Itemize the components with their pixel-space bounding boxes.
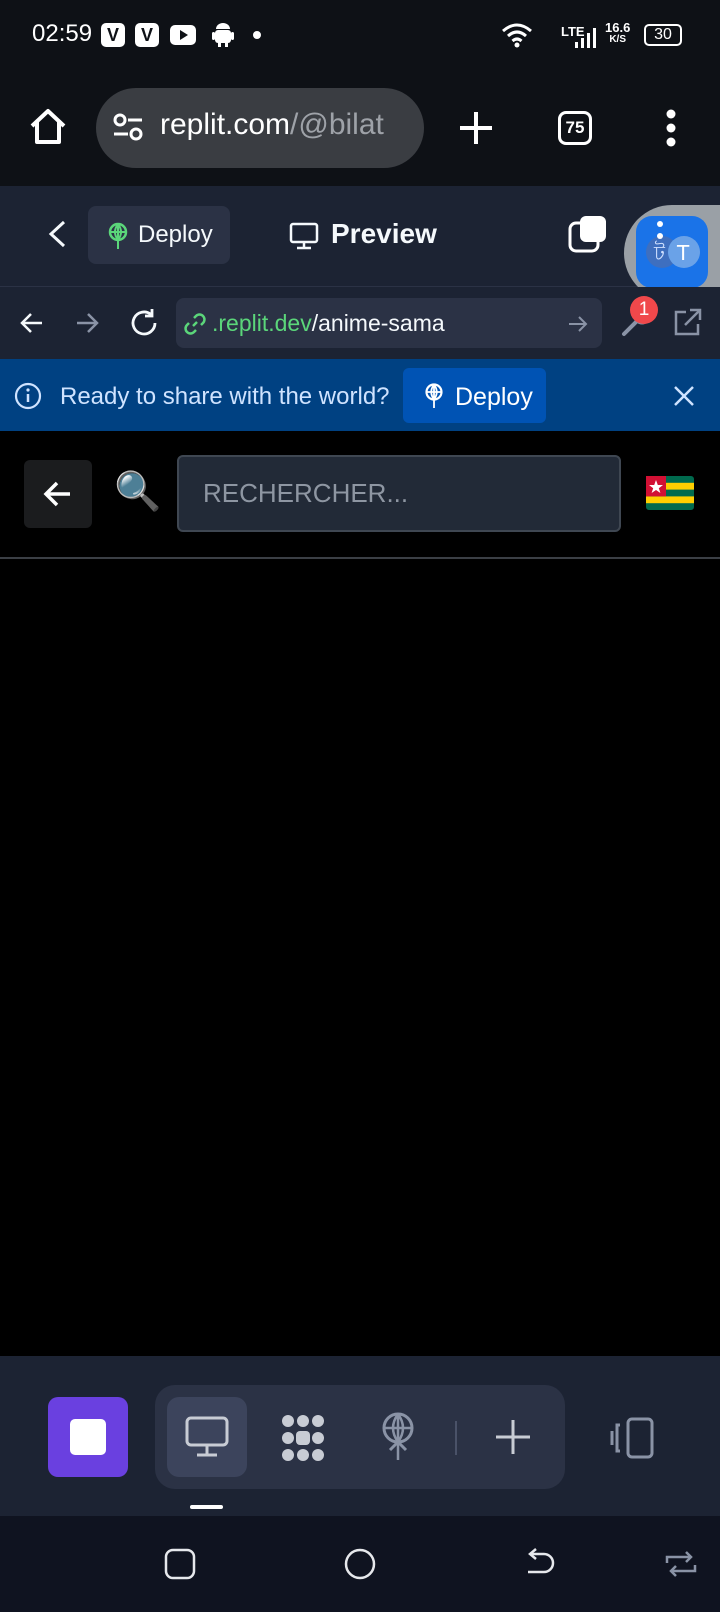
youtube-icon <box>170 25 196 45</box>
preview-url-host: .replit.dev <box>212 310 312 336</box>
search-icon: 🔍 <box>114 471 162 513</box>
wifi-icon <box>501 22 533 53</box>
signal-icon <box>575 28 597 53</box>
vivaldi-icon: V <box>135 23 159 47</box>
new-tab-icon[interactable] <box>458 110 494 151</box>
vivaldi-icon: V <box>101 23 125 47</box>
stop-icon <box>70 1419 106 1455</box>
monitor-icon <box>185 1416 229 1463</box>
android-icon <box>212 22 234 53</box>
battery-indicator: 30 <box>644 24 682 46</box>
monitor-icon <box>289 222 319 255</box>
open-external-icon[interactable] <box>672 308 702 343</box>
deploy-icon <box>423 383 445 414</box>
address-url[interactable]: replit.com/@bilat <box>160 108 410 142</box>
deploy-icon[interactable] <box>378 1412 418 1467</box>
svg-text:ট: ট <box>653 241 666 265</box>
tab-preview[interactable]: Preview <box>331 218 437 250</box>
preview-url-path: /anime-sama <box>311 310 445 336</box>
reload-icon[interactable] <box>129 308 159 343</box>
new-window-icon[interactable] <box>568 214 608 259</box>
togo-flag-icon[interactable] <box>646 476 694 510</box>
arrow-left-icon <box>43 481 70 507</box>
layout-switch-icon[interactable] <box>608 1417 656 1464</box>
translate-icon[interactable]: টT <box>636 216 708 288</box>
app-content-area <box>0 559 720 1356</box>
info-icon <box>14 382 42 415</box>
nav-forward-icon[interactable] <box>75 312 99 339</box>
speed-value: 16.6 <box>605 20 631 35</box>
url-host: replit.com <box>160 108 291 141</box>
preview-url-text: .replit.dev/anime-sama <box>212 310 445 337</box>
speed-unit: K/S <box>609 34 626 45</box>
notification-badge: 1 <box>630 296 658 324</box>
close-icon[interactable] <box>673 385 695 412</box>
app-back-button[interactable] <box>24 460 92 528</box>
nav-back-icon[interactable] <box>20 312 44 339</box>
search-input[interactable] <box>177 455 621 532</box>
rotate-screen-icon[interactable] <box>663 1551 699 1582</box>
url-path: /@bilat <box>290 108 384 141</box>
svg-text:T: T <box>676 241 690 265</box>
recents-icon[interactable] <box>164 1548 196 1585</box>
status-time: 02:59 <box>32 20 93 47</box>
banner-deploy-label: Deploy <box>455 383 533 411</box>
banner-message: Ready to share with the world? <box>60 383 390 410</box>
tab-deploy-label: Deploy <box>138 221 213 248</box>
active-tab-indicator <box>190 1505 223 1509</box>
dot-icon <box>253 31 261 39</box>
tab-switcher[interactable]: 75 <box>558 111 592 145</box>
android-back-icon[interactable] <box>524 1548 556 1585</box>
agent-icon[interactable] <box>278 1413 328 1468</box>
add-tool-icon[interactable] <box>494 1418 532 1461</box>
home-icon[interactable] <box>28 106 68 151</box>
home-circle-icon[interactable] <box>344 1548 376 1585</box>
site-settings-icon[interactable] <box>112 112 144 149</box>
network-speed: 16.6 K/S <box>605 20 631 46</box>
go-arrow-icon[interactable] <box>568 315 588 338</box>
back-chevron-icon[interactable] <box>46 219 68 254</box>
more-menu-icon[interactable] <box>664 108 678 153</box>
link-icon <box>184 313 206 340</box>
deploy-icon <box>106 222 130 255</box>
nav-divider <box>455 1421 457 1455</box>
